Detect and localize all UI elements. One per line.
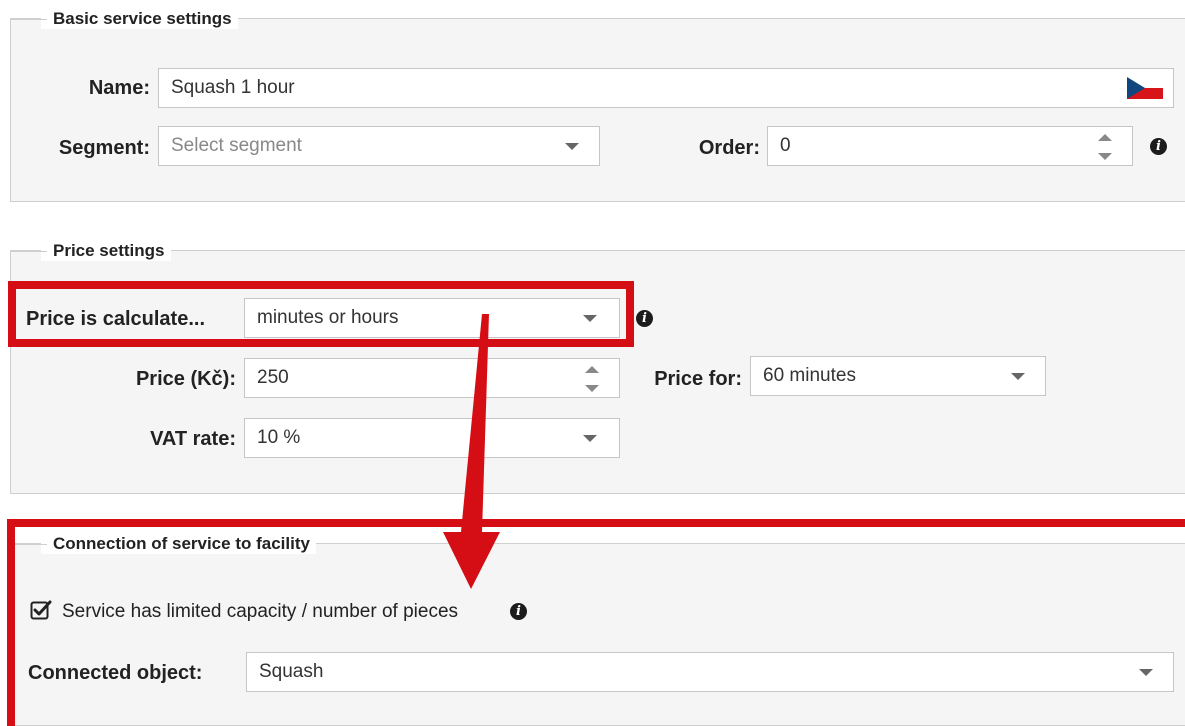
segment-select[interactable]: Select segment xyxy=(158,126,600,166)
order-stepper[interactable]: 0 xyxy=(767,126,1133,166)
basic-settings-panel: Basic service settings xyxy=(10,9,1185,202)
chevron-down-icon xyxy=(565,143,579,150)
highlight-box-connection xyxy=(7,519,1185,726)
price-value: 250 xyxy=(257,367,289,388)
spinner-icon[interactable] xyxy=(585,366,599,392)
basic-settings-legend: Basic service settings xyxy=(11,9,238,29)
vat-value: 10 % xyxy=(257,427,301,448)
price-label: Price (Kč): xyxy=(135,368,236,390)
price-calc-info-icon[interactable]: i xyxy=(636,310,653,327)
vat-label: VAT rate: xyxy=(150,428,236,450)
order-label: Order: xyxy=(698,137,760,159)
price-stepper[interactable]: 250 xyxy=(244,358,620,398)
czech-flag-icon[interactable] xyxy=(1127,77,1163,99)
chevron-down-icon xyxy=(1011,373,1025,380)
order-value: 0 xyxy=(780,135,791,156)
price-for-select[interactable]: 60 minutes xyxy=(750,356,1046,396)
spinner-icon[interactable] xyxy=(1098,134,1112,160)
segment-placeholder: Select segment xyxy=(171,135,302,156)
order-info-icon[interactable]: i xyxy=(1150,138,1167,155)
vat-select[interactable]: 10 % xyxy=(244,418,620,458)
highlight-box-price-calc xyxy=(8,281,634,347)
name-input-value: Squash 1 hour xyxy=(171,77,295,98)
name-input[interactable]: Squash 1 hour xyxy=(158,68,1174,108)
price-settings-legend: Price settings xyxy=(11,241,171,261)
name-label: Name: xyxy=(88,77,150,99)
segment-label: Segment: xyxy=(58,137,150,159)
price-for-label: Price for: xyxy=(654,368,742,390)
chevron-down-icon xyxy=(583,435,597,442)
price-for-value: 60 minutes xyxy=(763,365,856,386)
